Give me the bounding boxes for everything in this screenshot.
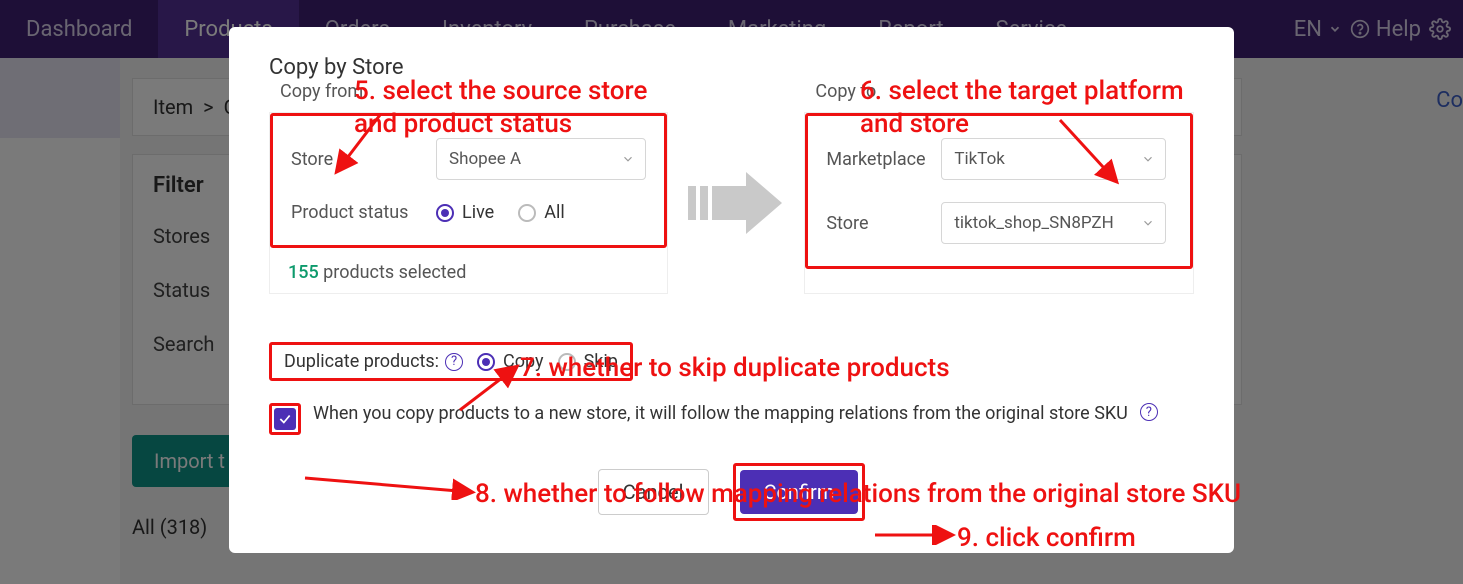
help-circle-icon[interactable]: ? — [445, 353, 463, 371]
copy-from-label: Copy from — [280, 81, 363, 102]
target-marketplace-select[interactable]: TikTok — [941, 138, 1166, 180]
duplicate-products-label: Duplicate products: ? — [284, 351, 463, 372]
selected-count: 155 products selected — [270, 248, 667, 293]
follow-mapping-row: When you copy products to a new store, i… — [269, 403, 1194, 435]
selected-count-text: products selected — [323, 262, 466, 283]
modal-title: Copy by Store — [269, 55, 1194, 80]
duplicate-products-row: Duplicate products: ? Copy Skip — [269, 342, 633, 381]
radio-label: Live — [462, 202, 494, 223]
selected-count-number: 155 — [288, 262, 319, 283]
target-store-label: Store — [826, 213, 941, 234]
select-value: Shopee A — [449, 149, 521, 169]
select-value: TikTok — [954, 149, 1005, 169]
radio-all[interactable]: All — [518, 202, 565, 223]
marketplace-label: Marketplace — [826, 149, 941, 170]
target-store-select[interactable]: tiktok_shop_SN8PZH — [941, 202, 1166, 244]
radio-copy[interactable]: Copy — [477, 351, 544, 372]
duplicate-label-text: Duplicate products: — [284, 351, 439, 372]
radio-circle-icon — [477, 353, 495, 371]
arrow-divider — [668, 112, 804, 294]
source-store-select[interactable]: Shopee A — [436, 138, 646, 180]
radio-circle-icon — [558, 353, 576, 371]
help-circle-icon[interactable]: ? — [1140, 403, 1158, 421]
cancel-button[interactable]: Cancel — [598, 469, 709, 515]
follow-mapping-text: When you copy products to a new store, i… — [313, 403, 1128, 424]
chevron-down-icon — [1141, 152, 1155, 166]
confirm-button[interactable]: Confirm — [740, 470, 859, 514]
radio-label: Skip — [584, 351, 618, 372]
copy-to-label: Copy to — [815, 81, 876, 102]
store-label: Store — [291, 149, 436, 170]
copy-to-panel: Copy to Marketplace TikTok Store tiktok_… — [804, 112, 1194, 294]
chevron-down-icon — [621, 152, 635, 166]
radio-circle-icon — [436, 204, 454, 222]
radio-label: Copy — [503, 351, 544, 372]
check-icon — [278, 412, 292, 426]
radio-skip[interactable]: Skip — [558, 351, 618, 372]
chevron-down-icon — [1141, 216, 1155, 230]
radio-circle-icon — [518, 204, 536, 222]
select-value: tiktok_shop_SN8PZH — [954, 213, 1113, 233]
follow-mapping-checkbox[interactable] — [274, 408, 296, 430]
radio-label: All — [544, 202, 565, 223]
copy-from-panel: Copy from Store Shopee A Product status … — [269, 112, 668, 294]
modal-button-row: Cancel Confirm — [269, 463, 1194, 521]
copy-by-store-modal: Copy by Store Copy from Store Shopee A P… — [229, 27, 1234, 553]
product-status-label: Product status — [291, 202, 436, 223]
arrow-right-icon — [686, 168, 786, 238]
radio-live[interactable]: Live — [436, 202, 494, 223]
product-status-radio-group: Live All — [436, 202, 565, 223]
